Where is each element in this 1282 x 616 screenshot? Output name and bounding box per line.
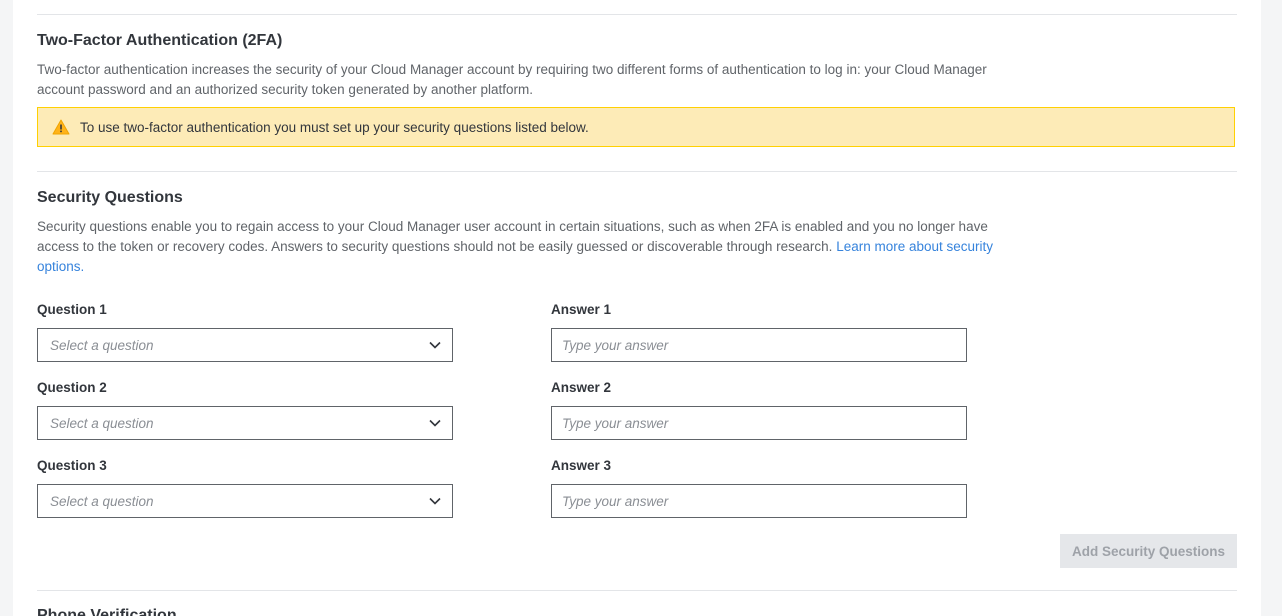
security-questions-description: Security questions enable you to regain … [37,217,997,277]
answer-3-field [551,484,967,518]
section-divider [37,171,1237,172]
warning-icon [52,119,70,135]
answer-1-label: Answer 1 [551,302,612,317]
question-2-select[interactable]: Select a question [37,406,453,440]
chevron-down-icon [429,419,441,427]
answer-2-label: Answer 2 [551,380,612,395]
phone-verification-title: Phone Verification [37,607,177,616]
section-divider [37,14,1237,15]
answer-3-input[interactable] [562,493,952,509]
question-1-select[interactable]: Select a question [37,328,453,362]
select-placeholder: Select a question [50,493,154,509]
answer-2-input[interactable] [562,415,952,431]
notice-text: To use two-factor authentication you mus… [80,119,589,135]
answer-1-field [551,328,967,362]
twofa-description: Two-factor authentication increases the … [37,62,987,97]
chevron-down-icon [429,497,441,505]
answer-3-label: Answer 3 [551,458,612,473]
select-placeholder: Select a question [50,415,154,431]
twofa-title: Two-Factor Authentication (2FA) [37,32,283,49]
question-3-label: Question 3 [37,458,107,473]
twofa-warning-notice: To use two-factor authentication you mus… [37,107,1235,147]
question-2-label: Question 2 [37,380,107,395]
settings-panel: Two-Factor Authentication (2FA) Two-fact… [13,0,1261,616]
question-3-select[interactable]: Select a question [37,484,453,518]
answer-1-input[interactable] [562,337,952,353]
select-placeholder: Select a question [50,337,154,353]
section-divider [37,590,1237,591]
question-1-label: Question 1 [37,302,107,317]
answer-2-field [551,406,967,440]
add-security-questions-button[interactable]: Add Security Questions [1060,534,1237,568]
chevron-down-icon [429,341,441,349]
security-questions-title: Security Questions [37,189,183,206]
